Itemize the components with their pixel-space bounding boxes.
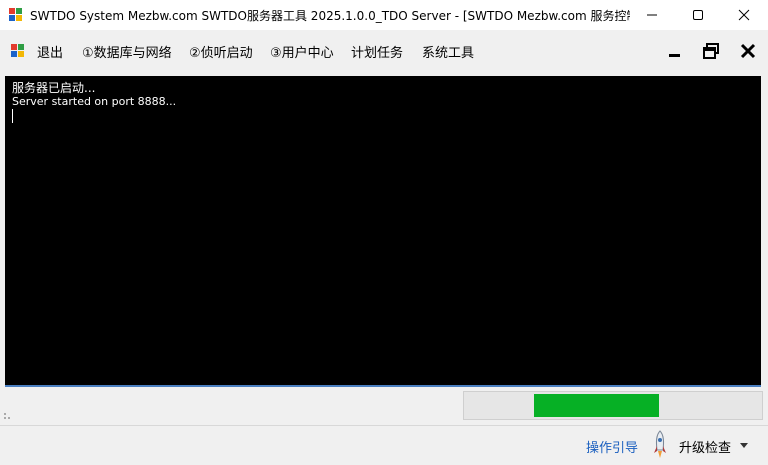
menu-bar: 退出 ①数据库与网络 ②侦听启动 ③用户中心 计划任务 系统工具 — [0, 30, 768, 70]
window-title: SWTDO System Mezbw.com SWTDO服务器工具 2025.1… — [30, 9, 630, 23]
console-output[interactable]: 服务器已启动... Server started on port 8888... — [5, 76, 761, 387]
operation-guide-link[interactable]: 操作引导 — [586, 437, 638, 456]
footer-bar: 操作引导 升级检查 — [0, 426, 768, 465]
close-button[interactable] — [721, 0, 767, 30]
menu-system-tools[interactable]: 系统工具 — [422, 42, 474, 61]
title-bar: SWTDO System Mezbw.com SWTDO服务器工具 2025.1… — [0, 0, 768, 30]
mdi-minimize-button[interactable] — [664, 40, 686, 62]
console-line: Server started on port 8888... — [12, 95, 177, 108]
app-small-icon — [11, 44, 24, 57]
minimize-button[interactable] — [629, 0, 675, 30]
restore-icon — [703, 43, 719, 59]
menu-exit[interactable]: 退出 — [37, 42, 63, 61]
close-icon — [740, 43, 756, 59]
progress-bar — [463, 391, 763, 420]
menu-scheduled-tasks[interactable]: 计划任务 — [351, 42, 403, 61]
status-strip — [0, 387, 768, 426]
rocket-icon — [654, 430, 666, 458]
menu-user-center[interactable]: ③用户中心 — [270, 42, 334, 61]
minimize-icon — [647, 14, 657, 16]
minimize-icon — [669, 54, 680, 57]
menu-listen-start[interactable]: ②侦听启动 — [189, 42, 253, 61]
maximize-icon — [693, 10, 703, 20]
close-icon — [738, 9, 750, 21]
menu-database-network[interactable]: ①数据库与网络 — [82, 42, 172, 61]
console-line: 服务器已启动... — [12, 81, 96, 95]
app-icon — [9, 8, 22, 21]
maximize-button[interactable] — [675, 0, 721, 30]
mdi-close-button[interactable] — [737, 40, 759, 62]
text-cursor — [12, 109, 13, 123]
progress-fill — [534, 394, 659, 417]
resize-grip-icon — [4, 413, 10, 419]
upgrade-check-button[interactable]: 升级检查 — [679, 437, 731, 456]
mdi-restore-button[interactable] — [700, 40, 722, 62]
chevron-down-icon[interactable] — [740, 443, 748, 448]
